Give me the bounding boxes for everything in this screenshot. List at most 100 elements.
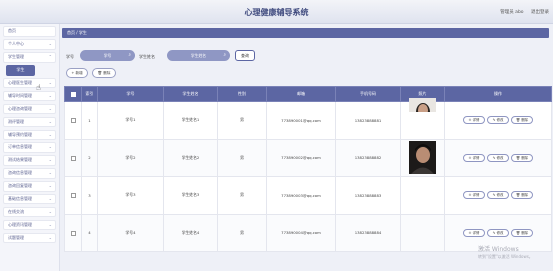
cell-photo (400, 138, 445, 177)
chevron-up-icon: ⌃ (48, 54, 52, 60)
row-checkbox[interactable] (64, 101, 82, 140)
sidebar-item-basic-info[interactable]: 基础信息管理 ⌄ (3, 193, 56, 205)
col-phone: 手机号码 (335, 86, 401, 102)
row-checkbox[interactable] (64, 138, 82, 177)
cell-gender: 男 (217, 138, 267, 177)
search-icon: ⌕ (223, 53, 226, 58)
cell-photo (400, 97, 445, 140)
query-button[interactable]: 查询 (235, 50, 255, 61)
sidebar-item-test-results[interactable]: 测试结果管理 ⌄ (3, 155, 56, 166)
sidebar-item-orders[interactable]: 订单信息管理 ⌄ (3, 142, 56, 153)
cell-student-name: 学生姓名4 (163, 213, 218, 252)
sidebar-subitem-student[interactable]: 学生 (6, 65, 35, 76)
sidebar-item-consultation[interactable]: 心理咨询管理 ⌄ (3, 103, 56, 115)
table-row: 1 学号1 学生姓名1 男 773890001@qq.com 138238888… (64, 97, 552, 140)
cell-index: 4 (81, 213, 98, 252)
table-header: 索引 学号 学生姓名 性别 邮箱 手机号码 照片 操作 (64, 86, 552, 102)
table-row: 2 学号2 学生姓名2 男 773890002@qq.com 138238888… (64, 138, 552, 177)
cell-index: 2 (81, 138, 98, 177)
chevron-down-icon: ⌄ (48, 221, 52, 227)
cell-index: 1 (81, 101, 98, 140)
top-bar: 心理健康辅导系统 管理员 abo 退出登录 (0, 0, 553, 24)
table-row: 3 学号3 学生姓名3 男 773890003@qq.com 138238888… (64, 176, 552, 215)
sidebar-item-counsel-time[interactable]: 辅导时间管理 ⌄ (3, 90, 56, 102)
chevron-down-icon: ⌄ (48, 92, 52, 98)
row-checkbox[interactable] (64, 176, 82, 215)
sidebar-item-student-management[interactable]: 学生管理 ⌃ (3, 52, 56, 63)
cell-student-id: 学号3 (97, 176, 164, 215)
detail-button[interactable]: ⊙ 详情 (463, 153, 485, 162)
user-area: 管理员 abo 退出登录 (494, 9, 549, 15)
cell-gender: 男 (217, 213, 267, 252)
student-id-input[interactable]: 学号 ⌕ (80, 50, 135, 61)
hand-cursor-icon: ☝ (36, 83, 41, 92)
detail-button[interactable]: ⊙ 详情 (463, 116, 485, 125)
student-name-input[interactable]: 学生姓名 ⌕ (167, 50, 230, 61)
cell-phone: 13823888883 (335, 176, 401, 215)
chevron-down-icon: ⌄ (48, 208, 52, 214)
sidebar: 首页 个人中心 ⌄ 学生管理 ⌃ 学生 心理医生管理 ⌄ 辅导时间管理 ⌄ 心理咨询管理… (0, 24, 60, 271)
sidebar-item-appointment[interactable]: 辅导预约管理 ⌄ (3, 129, 56, 141)
edit-button[interactable]: ✎ 修改 (487, 116, 509, 125)
chevron-down-icon: ⌄ (48, 131, 52, 137)
student-photo (409, 97, 436, 112)
add-button[interactable]: + 新增 (66, 68, 88, 78)
delete-button[interactable]: 🗑 删除 (511, 153, 533, 162)
sidebar-item-news[interactable]: 心理资讯管理 ⌄ (3, 219, 56, 231)
cell-email: 773890003@qq.com (266, 176, 336, 215)
breadcrumb-home[interactable]: 首页 (67, 30, 75, 35)
delete-button[interactable]: 🗑 删除 (511, 116, 533, 125)
sidebar-item-profile[interactable]: 个人中心 ⌄ (3, 39, 56, 50)
trash-icon: 🗑 (97, 71, 103, 75)
student-name-label: 学生姓名 (139, 54, 155, 59)
cell-actions: ⊙ 详情 ✎ 修改 🗑 删除 (444, 138, 552, 177)
sidebar-item-inquiry-reply[interactable]: 咨询回复管理 ⌄ (3, 181, 56, 192)
chevron-down-icon: ⌄ (48, 195, 52, 201)
cell-index: 3 (81, 176, 98, 215)
col-actions: 操作 (444, 86, 552, 102)
cell-phone: 13823888882 (335, 138, 401, 177)
col-student-name: 学生姓名 (163, 86, 218, 102)
cell-student-name: 学生姓名3 (163, 176, 218, 215)
edit-button[interactable]: ✎ 修改 (487, 191, 509, 200)
sidebar-item-assessment[interactable]: 测评管理 ⌄ (3, 116, 56, 128)
cell-phone: 13823888881 (335, 101, 401, 140)
logout-link[interactable]: 退出登录 (531, 10, 549, 15)
sidebar-item-home[interactable]: 首页 (3, 26, 56, 37)
cell-student-name: 学生姓名2 (163, 138, 218, 177)
edit-button[interactable]: ✎ 修改 (487, 153, 509, 162)
search-icon: ⌕ (128, 53, 131, 58)
breadcrumb-current: 学生 (78, 30, 87, 35)
detail-button[interactable]: ⊙ 详情 (463, 228, 485, 237)
batch-delete-button[interactable]: 🗑 删除 (92, 68, 116, 78)
cell-email: 773890004@qq.com (266, 213, 336, 252)
cell-student-id: 学号2 (97, 138, 164, 177)
cell-student-name: 学生姓名1 (163, 101, 218, 140)
current-user: 管理员 abo (500, 10, 524, 15)
delete-button[interactable]: 🗑 删除 (511, 191, 533, 200)
chevron-down-icon: ⌄ (48, 105, 52, 111)
detail-button[interactable]: ⊙ 详情 (463, 191, 485, 200)
cell-student-id: 学号4 (97, 213, 164, 252)
row-checkbox[interactable] (64, 213, 82, 252)
select-all-checkbox[interactable] (64, 86, 82, 102)
chevron-down-icon: ⌄ (48, 170, 52, 176)
breadcrumb: 首页 / 学生 (62, 28, 549, 38)
sidebar-item-inquiry[interactable]: 咨询信息管理 ⌄ (3, 168, 56, 179)
student-id-label: 学号 (66, 54, 74, 59)
edit-button[interactable]: ✎ 修改 (487, 228, 509, 237)
chevron-down-icon: ⌄ (48, 234, 52, 240)
cell-student-id: 学号1 (97, 101, 164, 140)
col-index: 索引 (81, 86, 98, 102)
cell-photo (400, 176, 445, 215)
chevron-down-icon: ⌄ (48, 118, 52, 124)
cell-email: 773890001@qq.com (266, 101, 336, 140)
windows-activation-watermark: 激活 Windows 转到"设置"以激活 Windows。 (478, 246, 533, 259)
cell-actions: ⊙ 详情 ✎ 修改 🗑 删除 (444, 176, 552, 215)
student-table: 索引 学号 学生姓名 性别 邮箱 手机号码 照片 操作 1 学号1 学生姓名1 … (64, 86, 552, 252)
cell-actions: ⊙ 详情 ✎ 修改 🗑 删除 (444, 101, 552, 140)
sidebar-item-questions[interactable]: 试题管理 ⌄ (3, 232, 56, 244)
sidebar-item-counselor[interactable]: 心理医生管理 ⌄ (3, 77, 56, 89)
sidebar-item-chat[interactable]: 在线交流 ⌄ (3, 206, 56, 218)
delete-button[interactable]: 🗑 删除 (511, 228, 533, 237)
